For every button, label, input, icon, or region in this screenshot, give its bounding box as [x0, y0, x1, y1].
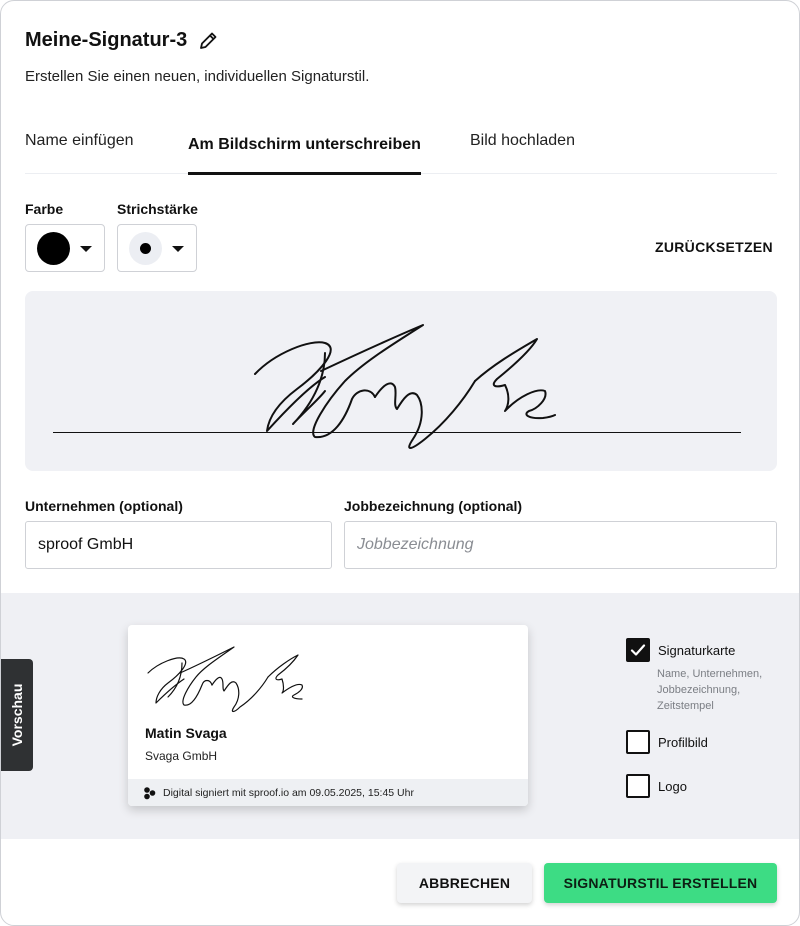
tab-name-insert[interactable]: Name einfügen [25, 132, 134, 185]
pencil-icon[interactable] [197, 30, 219, 52]
signature-card-preview: Matin Svaga Svaga GmbH Digital signiert … [128, 625, 528, 806]
tab-upload-image[interactable]: Bild hochladen [470, 132, 575, 185]
chevron-down-icon [80, 246, 92, 252]
profile-picture-checkbox[interactable] [626, 730, 650, 754]
option-profile-picture[interactable]: Profilbild [626, 730, 708, 754]
reset-button[interactable]: ZURÜCKSETZEN [655, 239, 773, 255]
card-company: Svaga GmbH [145, 749, 218, 763]
stroke-dot-icon [140, 243, 151, 254]
color-picker[interactable] [25, 224, 105, 272]
company-label: Unternehmen (optional) [25, 498, 183, 514]
cancel-button[interactable]: ABBRECHEN [397, 863, 532, 903]
preview-tab[interactable]: Vorschau [1, 659, 33, 771]
tab-draw-on-screen[interactable]: Am Bildschirm unterschreiben [188, 136, 421, 189]
title-row: Meine-Signatur-3 [25, 29, 219, 52]
signature-card-description: Name, Unternehmen, Jobbezeichnung, Zeits… [657, 668, 763, 712]
logo-checkbox[interactable] [626, 774, 650, 798]
preview-tab-label: Vorschau [9, 683, 25, 747]
sproof-logo-icon [144, 787, 156, 800]
drawn-signature [254, 324, 556, 449]
create-signature-style-button[interactable]: SIGNATURSTIL ERSTELLEN [544, 863, 777, 903]
job-title-label: Jobbezeichnung (optional) [344, 498, 523, 514]
profile-picture-label: Profilbild [658, 735, 708, 750]
card-signature [147, 646, 303, 713]
dialog-subtitle: Erstellen Sie einen neuen, individuellen… [25, 68, 370, 85]
signature-baseline [53, 432, 741, 433]
option-logo[interactable]: Logo [626, 774, 687, 798]
card-signer-name: Matin Svaga [145, 725, 227, 741]
stroke-width-label: Strichstärke [117, 201, 198, 217]
signature-method-tabs: Name einfügen Am Bildschirm unterschreib… [25, 121, 777, 175]
logo-label: Logo [658, 779, 687, 794]
card-footer: Digital signiert mit sproof.io am 09.05.… [128, 779, 528, 806]
color-label: Farbe [25, 201, 64, 217]
signature-card-label: Signaturkarte [658, 643, 736, 658]
signature-canvas[interactable] [25, 291, 777, 471]
dialog-title: Meine-Signatur-3 [25, 29, 188, 51]
chevron-down-icon [172, 246, 184, 252]
option-signature-card[interactable]: Signaturkarte [626, 638, 735, 662]
color-swatch [37, 232, 70, 265]
preview-area: Vorschau Matin Svaga Svaga GmbH Digital … [1, 593, 799, 839]
signature-card-checkbox[interactable] [626, 638, 650, 662]
company-input[interactable] [25, 521, 332, 569]
stroke-width-preview [129, 232, 162, 265]
checkmark-icon [630, 644, 646, 656]
signature-style-dialog: Meine-Signatur-3 Erstellen Sie einen neu… [0, 0, 800, 926]
card-footer-text: Digital signiert mit sproof.io am 09.05.… [163, 787, 414, 799]
job-title-input[interactable] [344, 521, 777, 569]
stroke-width-picker[interactable] [117, 224, 197, 272]
